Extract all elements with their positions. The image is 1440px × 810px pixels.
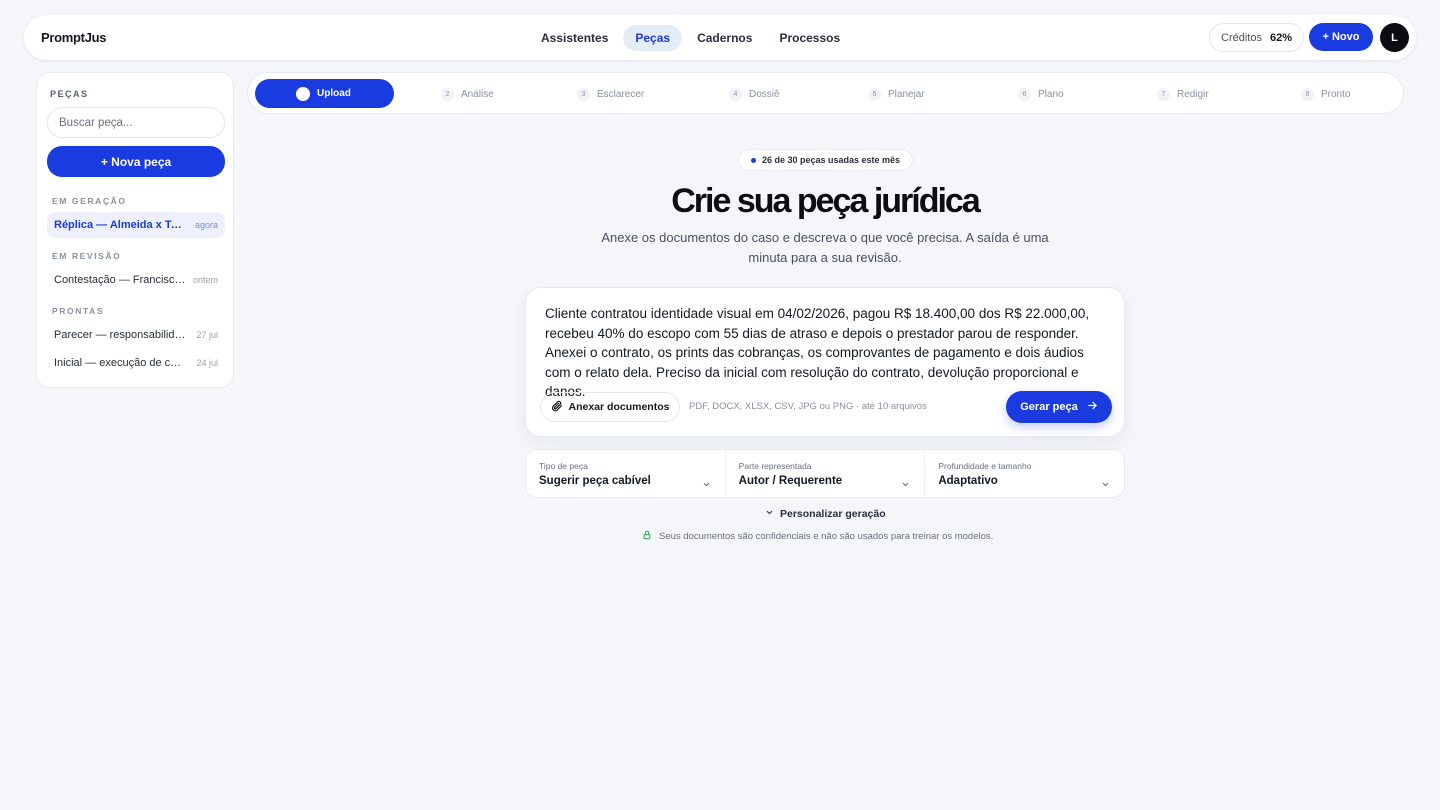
sidebar-title: PEÇAS [50, 89, 89, 99]
nav-processos[interactable]: Processos [767, 25, 852, 51]
prompt-textarea[interactable]: Cliente contratou identidade visual em 0… [545, 304, 1110, 402]
top-bar: PromptJus Assistentes Peças Cadernos Pro… [24, 15, 1416, 60]
privacy-note: Seus documentos são confidenciais e não … [642, 530, 993, 543]
usage-text: 26 de 30 peças usadas este mês [761, 155, 901, 165]
step-analise[interactable]: 2 Análise [441, 73, 494, 115]
select-caption: Parte representada [738, 461, 812, 471]
step-label: Redigir [1177, 88, 1209, 100]
credits-label: Créditos [1221, 31, 1262, 44]
step-redigir[interactable]: 7 Redigir [1157, 73, 1209, 115]
list-item-time: 27 jul [196, 330, 218, 340]
sidebar-item-parecer[interactable]: Parecer — responsabilidade civil 27 jul [47, 322, 225, 348]
attach-label: Anexar documentos [568, 401, 670, 413]
step-number: 8 [1301, 87, 1314, 101]
credits-indicator[interactable]: Créditos 62% [1209, 23, 1304, 52]
sidebar-item-contestacao[interactable]: Contestação — Francisco Souza ontem [47, 267, 225, 293]
nav-assistentes[interactable]: Assistentes [529, 25, 620, 51]
new-piece-button[interactable]: + Nova peça [47, 146, 225, 177]
step-number: 2 [441, 87, 454, 101]
prompt-composer: Cliente contratou identidade visual em 0… [525, 287, 1125, 437]
chevron-down-icon [702, 476, 711, 494]
generation-options: Tipo de peça Sugerir peça cabível Parte … [525, 449, 1125, 498]
step-dot-icon [296, 86, 310, 101]
arrow-right-icon [1087, 400, 1098, 414]
step-esclarecer[interactable]: 3 Esclarecer [577, 73, 644, 115]
step-upload[interactable]: Upload [255, 79, 394, 108]
step-planejar[interactable]: 5 Planejar [868, 73, 925, 115]
sidebar-item-replica[interactable]: Réplica — Almeida x Telecom agora [47, 212, 225, 238]
step-label: Pronto [1321, 88, 1351, 100]
step-number: 7 [1157, 87, 1170, 101]
attach-hint: PDF, DOCX, XLSX, CSV, JPG ou PNG · até 1… [689, 401, 927, 412]
privacy-text: Seus documentos são confidenciais e não … [659, 531, 994, 542]
section-title-em-geracao: EM GERAÇÃO [52, 196, 127, 206]
new-button[interactable]: + Novo [1309, 23, 1373, 51]
section-title-em-revisao: EM REVISÃO [52, 251, 122, 261]
chevron-down-icon [1101, 476, 1110, 494]
step-label: Esclarecer [597, 88, 645, 100]
select-value: Adaptativo [938, 475, 998, 487]
depth-size-select[interactable]: Profundidade e tamanho Adaptativo [925, 450, 1124, 497]
chevron-down-icon [765, 508, 774, 520]
represented-party-select[interactable]: Parte representada Autor / Requerente [726, 450, 926, 497]
search-input[interactable] [47, 107, 225, 138]
step-label: Upload [317, 88, 351, 99]
list-item-label: Réplica — Almeida x Telecom [54, 219, 186, 231]
personalize-label: Personalizar geração [780, 508, 886, 520]
generate-button[interactable]: Gerar peça [1006, 391, 1112, 423]
nav-cadernos[interactable]: Cadernos [685, 25, 764, 51]
piece-type-select[interactable]: Tipo de peça Sugerir peça cabível [526, 450, 726, 497]
paperclip-icon [551, 400, 563, 415]
step-number: 6 [1018, 87, 1031, 101]
page-subtitle: Anexe os documentos do caso e descreva o… [601, 230, 1049, 265]
select-value: Sugerir peça cabível [539, 475, 651, 487]
lock-icon [642, 530, 652, 543]
step-plano[interactable]: 6 Plano [1018, 73, 1064, 115]
status-dot-icon [750, 157, 756, 163]
avatar[interactable]: L [1380, 23, 1409, 52]
step-label: Planejar [888, 88, 925, 100]
select-caption: Tipo de peça [539, 461, 588, 471]
step-dossie[interactable]: 4 Dossiê [729, 73, 780, 115]
brand-logo[interactable]: PromptJus [41, 30, 107, 45]
step-number: 3 [577, 87, 590, 101]
list-item-time: ontem [192, 275, 218, 285]
generate-label: Gerar peça [1020, 401, 1078, 413]
list-item-label: Contestação — Francisco Souza [54, 274, 186, 286]
select-value: Autor / Requerente [738, 475, 843, 487]
step-number: 5 [868, 87, 881, 101]
attach-documents-button[interactable]: Anexar documentos [540, 392, 680, 422]
step-number: 4 [729, 87, 742, 101]
list-item-label: Parecer — responsabilidade civil [54, 329, 186, 341]
chevron-down-icon [901, 476, 910, 494]
select-caption: Profundidade e tamanho [938, 461, 1032, 471]
page-title: Crie sua peça jurídica [671, 182, 981, 220]
section-title-prontas: PRONTAS [52, 306, 105, 316]
usage-badge: 26 de 30 peças usadas este mês [738, 149, 913, 171]
personalize-toggle[interactable]: Personalizar geração [765, 508, 886, 520]
list-item-time: 24 jul [196, 358, 218, 368]
step-label: Análise [461, 88, 494, 100]
credits-value: 62% [1269, 31, 1292, 44]
sidebar-item-inicial[interactable]: Inicial — execução de cheque 24 jul [47, 350, 225, 376]
sidebar: PEÇAS + Nova peça EM GERAÇÃO Réplica — A… [36, 72, 234, 388]
progress-stepper: Upload 2 Análise 3 Esclarecer 4 Dossiê 5… [247, 72, 1404, 114]
nav-pecas[interactable]: Peças [623, 25, 683, 51]
step-label: Dossiê [749, 88, 780, 100]
step-pronto[interactable]: 8 Pronto [1301, 73, 1350, 115]
list-item-time: agora [194, 220, 218, 230]
main-nav: Assistentes Peças Cadernos Processos [529, 25, 855, 51]
step-label: Plano [1038, 88, 1064, 100]
list-item-label: Inicial — execução de cheque [54, 357, 186, 369]
